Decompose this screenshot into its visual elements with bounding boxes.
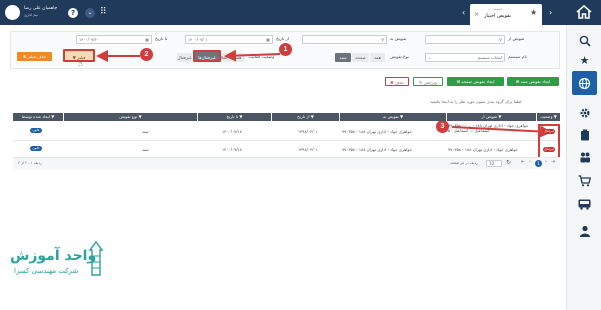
header-label: نوع تفویض [119, 114, 138, 119]
delete-button[interactable]: ✖ حذف [385, 77, 409, 86]
header-label: تفویض به [382, 114, 399, 119]
refresh-icon[interactable]: ↻ [506, 159, 511, 166]
edit-icon: ✎ [418, 80, 423, 85]
cell-from: ۹۷۰۳۵۸ - جواهری جواد - اداری تهران ۱۸۸ [448, 147, 518, 152]
watermark-title: واحد آموزش [10, 248, 97, 264]
column-header-start[interactable]: از تاریخ ▼ [272, 113, 339, 121]
funnel-icon[interactable]: ▼ [554, 114, 557, 119]
column-header-end[interactable]: تا تاریخ ▼ [198, 113, 271, 121]
header-label: ایجاد شده توسط [21, 114, 50, 119]
header-label: وضعیت [540, 114, 553, 119]
last-page-icon[interactable]: ⇥ [551, 159, 555, 165]
callout-2: 2 [140, 48, 153, 61]
watermark-subtitle: شرکت مهندسی کسرا [14, 267, 79, 275]
header-label: از تاریخ [297, 114, 310, 119]
funnel-icon[interactable]: ▼ [239, 114, 242, 119]
funnel-icon[interactable]: ▼ [311, 114, 314, 119]
cell-start: ۱۳۹۸/۰۴/۰۱ [298, 147, 318, 152]
funnel-icon[interactable]: ▼ [400, 114, 403, 119]
cell-to: ۹۷۰۳۵۸ - جواهری جواد - اداری تهران ۱۸۸ [342, 129, 412, 134]
create-document-label: ایجاد تفویض سند [520, 79, 551, 84]
column-header-type[interactable]: نوع تفویض ▼ [64, 113, 197, 121]
cell-type: سند [142, 147, 149, 152]
pagination-summary: ردیف ۱ - ۲ از ۲ [18, 161, 42, 165]
creator-badge[interactable]: قانون [30, 128, 42, 133]
funnel-icon[interactable]: ▼ [498, 114, 501, 119]
callout-arrow-1 [224, 49, 281, 62]
funnel-icon[interactable]: ▼ [139, 114, 142, 119]
cell-from: ۹۷۰۳۵۸ - جواهری جواد - اداری تهران ۱۸۸ -… [448, 123, 529, 133]
callout-1: 1 [279, 43, 292, 56]
create-page-button[interactable]: ⊞ ایجاد تفویض صفحه [447, 77, 504, 86]
plus-icon: ⊞ [515, 79, 520, 84]
next-page-icon[interactable]: › [545, 159, 547, 165]
create-page-label: ایجاد تفویض صفحه [461, 79, 495, 84]
plus-icon: ⊞ [456, 79, 460, 84]
prev-page-icon[interactable]: ‹ [529, 159, 531, 165]
trash-icon: ✖ [390, 80, 394, 85]
cell-to: ۹۷۰۳۵۸ - جواهری جواد - اداری تهران ۱۸۸ [342, 147, 412, 152]
column-header-creator[interactable]: ایجاد شده توسط ▼ [13, 113, 63, 121]
column-header-to[interactable]: تفویض به ▼ [340, 113, 446, 121]
page-size-select[interactable]: 10 [486, 160, 502, 167]
current-page[interactable]: 1 [535, 160, 542, 167]
header-label: تا تاریخ [226, 114, 239, 119]
cell-end: ۱۴۰۰/۰۷/۱۸ [222, 147, 242, 152]
create-document-button[interactable]: ⊞ ایجاد تفویض سند [507, 77, 559, 86]
first-page-icon[interactable]: ⇤ [521, 159, 525, 165]
page-size-label: ردیف در هر صفحه [450, 161, 478, 165]
header-label: تفویض از [481, 114, 498, 119]
cell-start: ۱۳۹۸/۰۴/۰۱ [298, 129, 318, 134]
status-badge: غیرفعال [543, 129, 555, 134]
group-by-hint: لطفا برای گروه بندی ستون مورد نظر را به … [430, 99, 522, 104]
column-header-from[interactable]: تفویض از ▼ [447, 113, 536, 121]
cell-type: سند [142, 129, 149, 134]
creator-badge[interactable]: قانون [30, 146, 42, 151]
page-size-value: 10 [489, 161, 495, 166]
funnel-icon[interactable]: ▼ [51, 114, 54, 119]
cell-end: ۱۴۰۰/۰۷/۱۸ [222, 129, 242, 134]
edit-label: ویرایش [423, 80, 438, 85]
column-header-status[interactable]: وضعیت ▼ [537, 113, 560, 121]
edit-button[interactable]: ✎ ویرایش [413, 77, 443, 86]
delete-label: حذف [394, 80, 404, 85]
status-badge: غیرفعال [543, 147, 555, 152]
